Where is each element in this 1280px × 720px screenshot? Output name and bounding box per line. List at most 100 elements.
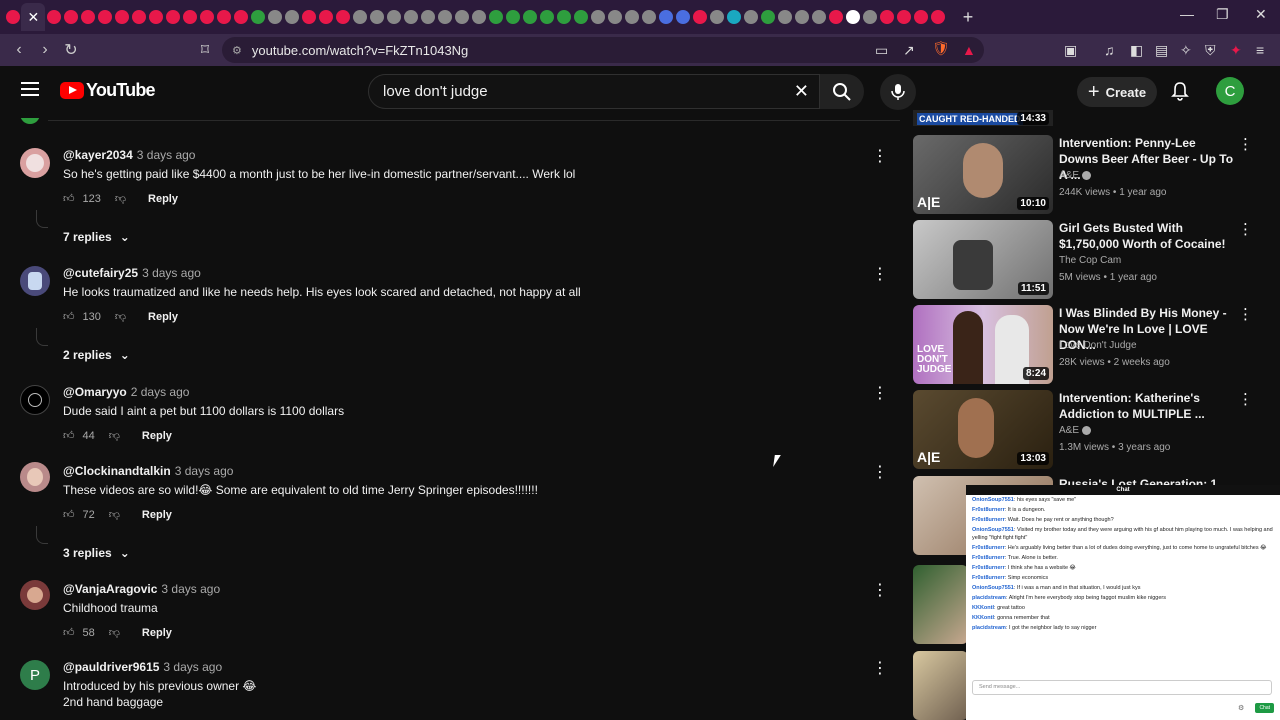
avatar[interactable]: P	[20, 660, 50, 690]
video-thumbnail[interactable]: 11:51	[913, 220, 1053, 299]
channel-name[interactable]: The Cop Cam	[1059, 255, 1121, 266]
browser-tab[interactable]	[642, 10, 657, 24]
chat-settings-icon[interactable]: ⚙	[1238, 704, 1244, 712]
like-icon[interactable]: 👍︎	[63, 626, 75, 639]
active-tab-close-icon[interactable]: ✕	[21, 3, 46, 31]
close-window-icon[interactable]: ✕	[1255, 6, 1267, 23]
browser-tab[interactable]	[693, 10, 708, 24]
browser-tab[interactable]	[47, 10, 62, 24]
chat-username[interactable]: KKKontI	[972, 605, 994, 611]
comment-menu-icon[interactable]: ⋮	[872, 462, 888, 482]
browser-tab[interactable]	[387, 10, 402, 24]
account-avatar[interactable]: C	[1216, 77, 1244, 105]
comment-author[interactable]: @pauldriver9615	[63, 660, 159, 674]
reply-button[interactable]: Reply	[148, 311, 178, 323]
reload-icon[interactable]: ↻	[58, 40, 84, 60]
browser-tab[interactable]	[251, 10, 266, 24]
youtube-logo[interactable]: YouTube	[60, 80, 156, 101]
reply-button[interactable]: Reply	[142, 627, 172, 639]
forward-icon[interactable]: ›	[32, 41, 58, 59]
vpn-icon[interactable]: ⛨	[1205, 42, 1216, 59]
reply-button[interactable]: Reply	[148, 193, 178, 205]
browser-tab[interactable]	[914, 10, 929, 24]
channel-name[interactable]: A&E	[1059, 425, 1079, 436]
browser-tab[interactable]	[404, 10, 419, 24]
browser-tab[interactable]	[234, 10, 249, 24]
video-menu-icon[interactable]: ⋮	[1238, 305, 1253, 323]
browser-tab[interactable]	[676, 10, 691, 24]
browser-tab[interactable]	[98, 10, 113, 24]
channel-name[interactable]: Love Don't Judge	[1059, 340, 1137, 351]
channel-name[interactable]: A&E	[1059, 170, 1079, 181]
search-input[interactable]	[383, 83, 763, 100]
related-video-item[interactable]: A|E 10:10 Intervention: Penny-Lee Downs …	[913, 135, 1273, 215]
site-info-icon[interactable]: ⚙	[232, 44, 242, 57]
browser-tab[interactable]	[540, 10, 555, 24]
related-video-item[interactable]: LOVE DON'T JUDGE 8:24 I Was Blinded By His…	[913, 305, 1273, 385]
flag-icon[interactable]: ✦	[1230, 42, 1242, 59]
browser-tab[interactable]	[761, 10, 776, 24]
comment-author[interactable]: @kayer2034	[63, 148, 133, 162]
browser-tab[interactable]	[166, 10, 181, 24]
browser-tab[interactable]	[659, 10, 674, 24]
comment-menu-icon[interactable]: ⋮	[872, 264, 888, 284]
browser-tab[interactable]	[472, 10, 487, 24]
comment-time[interactable]: 3 days ago	[137, 148, 196, 162]
view-replies-button[interactable]: 7 replies ⌄	[63, 230, 130, 244]
browser-tab[interactable]	[5, 10, 20, 24]
video-thumbnail[interactable]	[913, 565, 968, 644]
dislike-icon[interactable]: 👎︎	[109, 429, 120, 442]
browser-tab[interactable]	[506, 10, 521, 24]
comment-author[interactable]: @cutefairy25	[63, 266, 138, 280]
browser-tab[interactable]	[897, 10, 912, 24]
browser-tab[interactable]	[336, 10, 351, 24]
chat-username[interactable]: KKKontI	[972, 615, 994, 621]
browser-tab[interactable]	[132, 10, 147, 24]
leo-ai-icon[interactable]: ✧	[1180, 42, 1192, 59]
browser-tab[interactable]	[285, 10, 300, 24]
browser-tab[interactable]	[115, 10, 130, 24]
dislike-icon[interactable]: 👎︎	[109, 508, 120, 521]
video-title[interactable]: Girl Gets Busted With $1,750,000 Worth o…	[1059, 220, 1234, 252]
like-icon[interactable]: 👍︎	[63, 508, 75, 521]
chat-username[interactable]: OnionSoup7551	[972, 497, 1014, 503]
browser-tab[interactable]	[183, 10, 198, 24]
comment-time[interactable]: 3 days ago	[175, 464, 234, 478]
chat-username[interactable]: OnionSoup7551	[972, 527, 1014, 533]
browser-tab[interactable]	[353, 10, 368, 24]
share-icon[interactable]: ↗	[903, 42, 915, 59]
address-bar[interactable]: ⚙ youtube.com/watch?v=FkZTn1043Ng	[222, 37, 984, 63]
reply-button[interactable]: Reply	[142, 430, 172, 442]
avatar[interactable]	[20, 148, 50, 178]
like-icon[interactable]: 👍︎	[63, 310, 75, 323]
browser-tab[interactable]	[319, 10, 334, 24]
reply-button[interactable]: Reply	[142, 509, 172, 521]
chat-message-input[interactable]: Send message...	[972, 680, 1272, 695]
back-icon[interactable]: ‹	[6, 41, 32, 59]
browser-tab[interactable]	[778, 10, 793, 24]
comment-time[interactable]: 3 days ago	[161, 582, 220, 596]
maximize-icon[interactable]: ❐	[1216, 6, 1229, 23]
dislike-icon[interactable]: 👎︎	[115, 192, 126, 205]
browser-tab[interactable]	[846, 10, 861, 24]
view-replies-button[interactable]: 2 replies ⌄	[63, 348, 130, 362]
notifications-bell-icon[interactable]	[1171, 81, 1189, 101]
video-thumbnail[interactable]: A|E 10:10	[913, 135, 1053, 214]
bookmark-icon[interactable]: ⌑	[192, 40, 218, 60]
chat-username[interactable]: Fr0st8urnerr	[972, 555, 1005, 561]
comment-time[interactable]: 3 days ago	[142, 266, 201, 280]
related-video-item[interactable]: A|E 13:03 Intervention: Katherine's Addi…	[913, 390, 1273, 470]
browser-tab[interactable]	[64, 10, 79, 24]
minimize-icon[interactable]: —	[1180, 6, 1194, 22]
dislike-icon[interactable]: 👎︎	[115, 310, 126, 323]
comment-time[interactable]: 3 days ago	[163, 660, 222, 674]
browser-tab[interactable]	[268, 10, 283, 24]
browser-tab[interactable]	[455, 10, 470, 24]
sidebar-icon[interactable]: ◧	[1130, 42, 1143, 59]
comment-author[interactable]: @VanjaAragovic	[63, 582, 157, 596]
browser-tab[interactable]	[421, 10, 436, 24]
video-menu-icon[interactable]: ⋮	[1238, 390, 1253, 408]
chat-username[interactable]: OnionSoup7551	[972, 585, 1014, 591]
comment-menu-icon[interactable]: ⋮	[872, 580, 888, 600]
browser-tab[interactable]	[812, 10, 827, 24]
